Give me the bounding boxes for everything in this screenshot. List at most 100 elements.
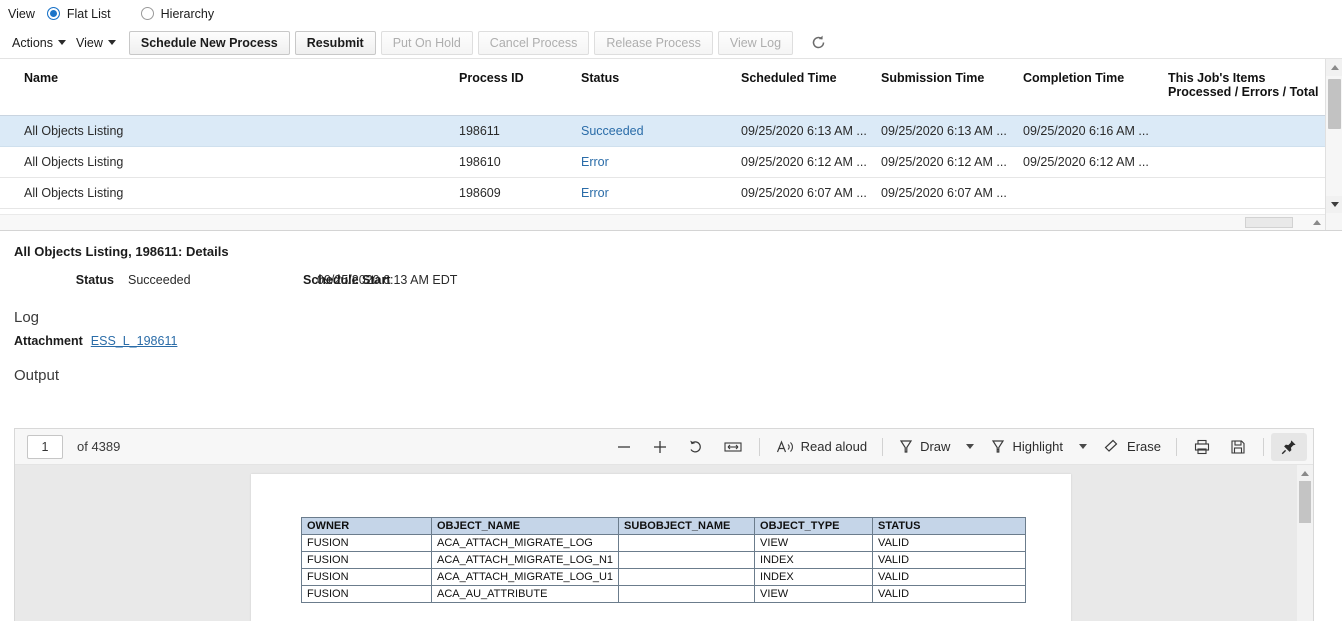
column-header-items-processed[interactable]: This Job's Items Processed / Errors / To… [1162, 59, 1325, 116]
read-aloud-icon [776, 439, 793, 452]
cell-submission-time: 09/25/2020 6:07 AM ... [875, 177, 1017, 209]
minus-icon [617, 445, 630, 448]
radio-hierarchy-input[interactable] [140, 7, 154, 20]
draw-options-button[interactable] [958, 433, 982, 461]
cell-status[interactable]: Succeeded [575, 115, 735, 147]
pen-icon [899, 439, 913, 453]
chevron-down-icon [1330, 202, 1339, 207]
doc-column-owner: OWNER [301, 517, 432, 535]
toolbar-divider [758, 437, 760, 456]
print-icon [1194, 439, 1210, 454]
doc-cell-object-name: ACA_ATTACH_MIGRATE_LOG_N1 [430, 551, 620, 569]
doc-cell-object-type: INDEX [754, 551, 874, 569]
save-icon [1231, 439, 1245, 454]
erase-label: Erase [1127, 439, 1161, 454]
refresh-button[interactable] [806, 31, 830, 55]
table-row[interactable]: All Objects Listing 198609 Error 09/25/2… [0, 177, 1325, 209]
highlighter-icon [992, 439, 1005, 453]
zoom-in-button[interactable] [642, 433, 678, 461]
column-header-completion-time[interactable]: Completion Time [1017, 59, 1162, 116]
column-header-process-id[interactable]: Process ID [453, 59, 575, 116]
cell-scheduled-time: 09/25/2020 6:12 AM ... [735, 146, 875, 178]
view-menu[interactable]: View [74, 33, 124, 53]
schedule-start-value: 09/25/2020 6:13 AM EDT [317, 273, 458, 287]
chevron-up-icon [1301, 470, 1309, 476]
highlight-button[interactable]: Highlight [982, 433, 1071, 461]
fit-to-width-button[interactable] [714, 433, 752, 461]
page-total-label: of 4389 [77, 439, 121, 454]
radio-flat-list-input[interactable] [46, 7, 60, 20]
read-aloud-button[interactable]: Read aloud [767, 433, 876, 461]
pdf-scrollbar-thumb[interactable] [1299, 481, 1311, 523]
chevron-down-icon [1079, 444, 1088, 449]
rotate-button[interactable] [678, 433, 714, 461]
document-table: OWNER OBJECT_NAME SUBOBJECT_NAME OBJECT_… [301, 517, 1027, 603]
cell-submission-time: 09/25/2020 6:12 AM ... [875, 146, 1017, 178]
fit-to-width-icon [724, 441, 742, 452]
plus-icon [653, 440, 666, 453]
doc-cell-subobject-name [618, 568, 756, 586]
view-menu-label: View [76, 35, 103, 50]
table-row[interactable]: All Objects Listing 198610 Error 09/25/2… [0, 146, 1325, 178]
status-label: Status [75, 273, 114, 287]
scrollbar-thumb-horizontal[interactable] [1245, 217, 1293, 228]
cell-completion-time: 09/25/2020 6:16 AM ... [1017, 115, 1162, 147]
log-heading: Log [14, 309, 40, 326]
toolbar-divider [882, 437, 884, 456]
actions-menu-label: Actions [12, 35, 53, 50]
print-button[interactable] [1184, 433, 1220, 461]
document-table-row: FUSION ACA_ATTACH_MIGRATE_LOG VIEW VALID [301, 534, 1027, 552]
scrollbar-thumb[interactable] [1328, 79, 1341, 129]
save-button[interactable] [1220, 433, 1256, 461]
column-header-status[interactable]: Status [575, 59, 735, 116]
doc-cell-status: VALID [872, 534, 1027, 552]
scroll-down-button[interactable] [1326, 196, 1342, 213]
output-heading: Output [14, 367, 60, 384]
actions-menu[interactable]: Actions [10, 33, 74, 53]
details-panel: All Objects Listing, 198611: Details Sta… [0, 231, 1342, 384]
scroll-right-button[interactable] [1309, 215, 1325, 230]
column-header-scheduled-time[interactable]: Scheduled Time [735, 59, 875, 116]
view-mode-row: View Flat List Hierarchy [0, 0, 1342, 27]
doc-column-object-name: OBJECT_NAME [430, 517, 620, 535]
cell-name: All Objects Listing [18, 146, 453, 178]
doc-cell-object-name: ACA_AU_ATTRIBUTE [430, 585, 620, 603]
cell-process-id: 198609 [453, 177, 575, 209]
highlight-options-button[interactable] [1071, 433, 1095, 461]
column-header-name[interactable]: Name [18, 59, 453, 116]
cell-submission-time: 09/25/2020 6:13 AM ... [875, 115, 1017, 147]
process-table: Name Process ID Status Scheduled Time Su… [0, 59, 1325, 209]
doc-cell-object-type: VIEW [754, 585, 874, 603]
table-horizontal-scrollbar[interactable] [0, 214, 1325, 230]
zoom-out-button[interactable] [606, 433, 642, 461]
table-vertical-scrollbar[interactable] [1325, 59, 1342, 230]
attachment-link[interactable]: ESS_L_198611 [91, 334, 178, 348]
cell-status[interactable]: Error [575, 146, 735, 178]
page-number-input[interactable]: 1 [27, 434, 63, 459]
row-selector-header [0, 59, 18, 116]
row-selector-cell[interactable] [0, 146, 18, 178]
table-row[interactable]: All Objects Listing 198611 Succeeded 09/… [0, 115, 1325, 147]
draw-button[interactable]: Draw [890, 433, 958, 461]
scroll-up-button[interactable] [1326, 59, 1342, 76]
row-selector-cell[interactable] [0, 115, 18, 147]
chevron-up-icon [1330, 65, 1339, 70]
schedule-new-process-button[interactable]: Schedule New Process [128, 30, 290, 55]
radio-flat-list[interactable]: Flat List [46, 6, 111, 21]
doc-cell-status: VALID [872, 568, 1027, 586]
highlight-label: Highlight [1012, 439, 1064, 454]
radio-hierarchy[interactable]: Hierarchy [140, 7, 214, 21]
pdf-vertical-scrollbar[interactable] [1297, 465, 1313, 621]
doc-cell-status: VALID [872, 551, 1027, 569]
erase-button[interactable]: Erase [1095, 433, 1169, 461]
pin-button[interactable] [1271, 432, 1307, 461]
column-header-submission-time[interactable]: Submission Time [875, 59, 1017, 116]
resubmit-button[interactable]: Resubmit [294, 30, 376, 55]
status-value: Succeeded [128, 273, 191, 287]
doc-column-subobject-name: SUBOBJECT_NAME [618, 517, 756, 535]
radio-flat-list-label: Flat List [66, 6, 111, 21]
row-selector-cell[interactable] [0, 177, 18, 209]
cell-status[interactable]: Error [575, 177, 735, 209]
document-table-row: FUSION ACA_AU_ATTRIBUTE VIEW VALID [301, 585, 1027, 603]
pdf-scroll-up-button[interactable] [1297, 465, 1313, 481]
